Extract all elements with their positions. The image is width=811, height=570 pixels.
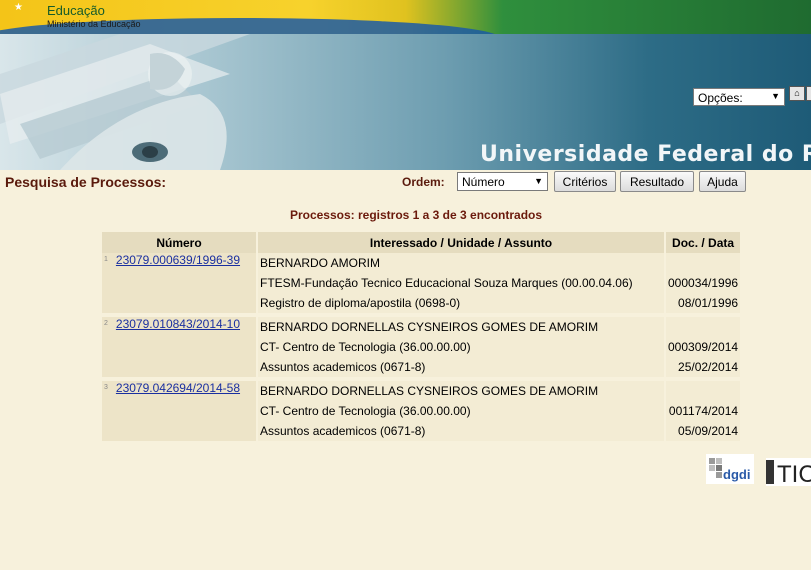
dgdi-logo[interactable]: dgdi [706,454,754,484]
date-cell: 05/09/2014 [666,421,741,441]
row-index: 2 [104,320,108,327]
numero-cell: 2 23079.010843/2014-10 [102,317,256,377]
home-icon[interactable]: ⌂ [789,86,805,101]
ajuda-button[interactable]: Ajuda [699,171,746,192]
tic-logo[interactable]: TIC [766,458,811,486]
university-banner: Universidade Federal do R Opções: ▼ ⌂ [0,34,811,170]
interessado-cell: BERNARDO DORNELLAS CYSNEIROS GOMES DE AM… [258,381,664,401]
gov-title[interactable]: Educação [47,3,105,18]
extra-button[interactable] [806,86,811,101]
results-table: Número Interessado / Unidade / Assunto D… [100,232,742,441]
results-summary: Processos: registros 1 a 3 de 3 encontra… [289,208,543,222]
dgdi-logo-text: dgdi [723,467,750,482]
resultado-button[interactable]: Resultado [620,171,694,192]
date-cell: 25/02/2014 [666,357,741,377]
order-select-value: Número [462,175,505,189]
row-index: 1 [104,256,108,263]
header-numero: Número [102,232,256,253]
date-cell: 08/01/1996 [666,293,741,313]
process-link[interactable]: 23079.042694/2014-58 [116,381,240,395]
assunto-cell: Assuntos academicos (0671-8) [258,357,664,377]
table-row: 3 23079.042694/2014-58 BERNARDO DORNELLAS… [102,381,741,441]
row-index: 3 [104,384,108,391]
table-header-row: Número Interessado / Unidade / Assunto D… [102,232,741,253]
criterios-button[interactable]: Critérios [554,171,616,192]
gov-subtitle: Ministério da Educação [47,19,141,29]
star-icon: ★ [14,2,23,13]
order-select[interactable]: Número ▼ [457,172,548,191]
university-name: Universidade Federal do R [480,142,811,167]
process-link[interactable]: 23079.000639/1996-39 [116,253,240,267]
order-label: Ordem: [402,175,445,189]
process-link[interactable]: 23079.010843/2014-10 [116,317,240,331]
doc-cell: 000309/2014 [666,337,741,357]
opcoes-label: Opções: [698,91,743,105]
numero-cell: 3 23079.042694/2014-58 [102,381,256,441]
doc-cell: 001174/2014 [666,401,741,421]
table-row: 1 23079.000639/1996-39 BERNARDO AMORIM [102,253,741,313]
unidade-cell: CT- Centro de Tecnologia (36.00.00.00) [258,401,664,421]
opcoes-dropdown[interactable]: Opções: ▼ [693,88,785,106]
header-doc: Doc. / Data [666,232,741,253]
assunto-cell: Registro de diploma/apostila (0698-0) [258,293,664,313]
gov-top-bar: ★ Educação Ministério da Educação [0,0,811,34]
chevron-down-icon: ▼ [534,176,543,186]
table-row: 2 23079.010843/2014-10 BERNARDO DORNELLAS… [102,317,741,377]
assunto-cell: Assuntos academicos (0671-8) [258,421,664,441]
interessado-cell: BERNARDO AMORIM [258,253,664,273]
page-title: Pesquisa de Processos: [5,174,167,190]
chevron-down-icon: ▼ [771,91,780,101]
header-interessado: Interessado / Unidade / Assunto [258,232,664,253]
unidade-cell: FTESM-Fundação Tecnico Educacional Souza… [258,273,664,293]
numero-cell: 1 23079.000639/1996-39 [102,253,256,313]
unidade-cell: CT- Centro de Tecnologia (36.00.00.00) [258,337,664,357]
interessado-cell: BERNARDO DORNELLAS CYSNEIROS GOMES DE AM… [258,317,664,337]
doc-cell: 000034/1996 [666,273,741,293]
tic-logo-text: TIC [777,461,811,486]
